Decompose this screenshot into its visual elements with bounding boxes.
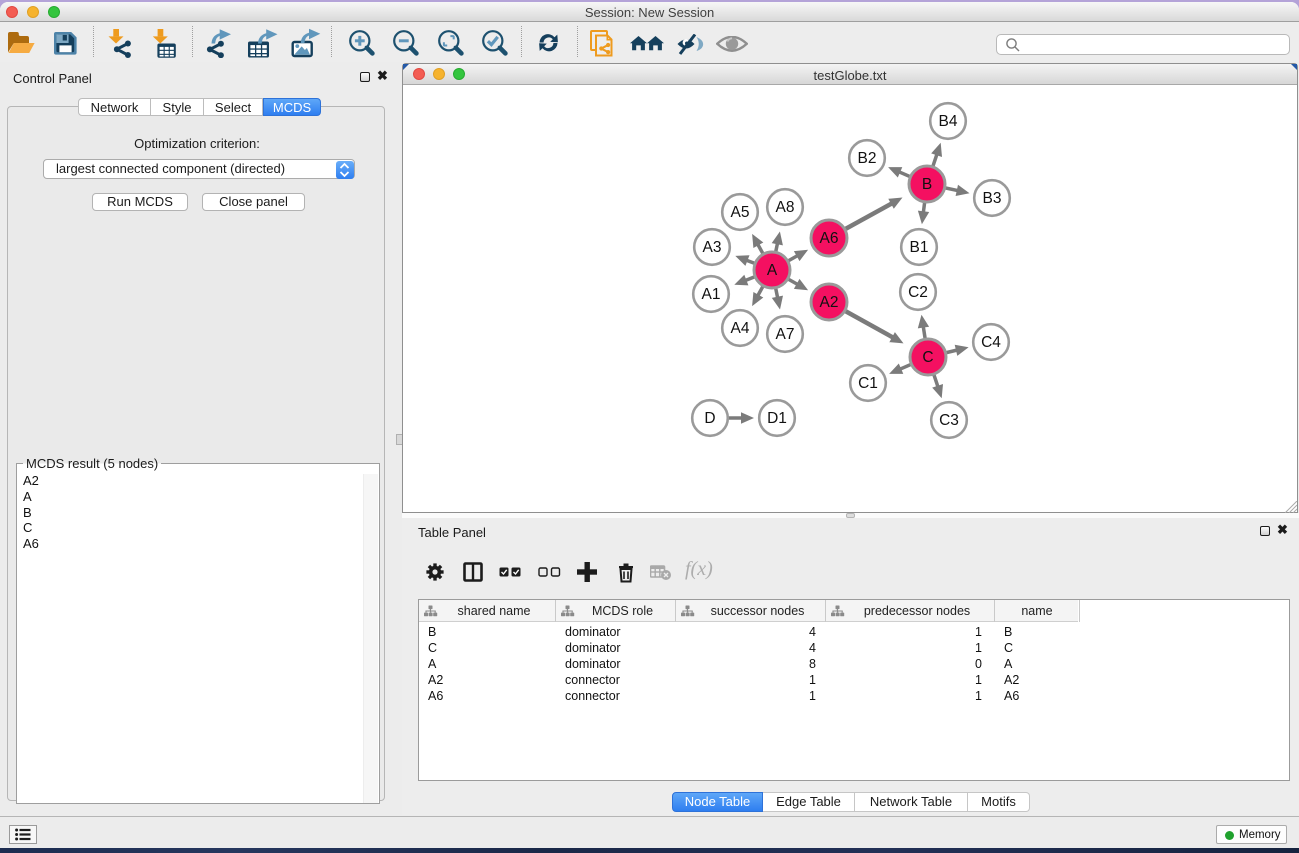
svg-text:C3: C3 bbox=[939, 412, 959, 429]
svg-text:A3: A3 bbox=[703, 239, 722, 256]
svg-text:B: B bbox=[922, 176, 932, 193]
svg-text:C4: C4 bbox=[981, 334, 1001, 351]
svg-text:B3: B3 bbox=[983, 190, 1002, 207]
svg-text:A: A bbox=[767, 262, 778, 279]
svg-text:A4: A4 bbox=[731, 320, 750, 337]
svg-text:D1: D1 bbox=[767, 410, 787, 427]
svg-text:A5: A5 bbox=[731, 204, 750, 221]
svg-text:A8: A8 bbox=[776, 199, 795, 216]
svg-text:D: D bbox=[704, 410, 715, 427]
svg-text:C1: C1 bbox=[858, 375, 878, 392]
svg-text:A1: A1 bbox=[702, 286, 721, 303]
svg-text:B1: B1 bbox=[910, 239, 929, 256]
svg-text:C: C bbox=[922, 349, 933, 366]
svg-text:C2: C2 bbox=[908, 284, 928, 301]
svg-text:A7: A7 bbox=[776, 326, 795, 343]
svg-text:A6: A6 bbox=[820, 230, 839, 247]
svg-text:B2: B2 bbox=[858, 150, 877, 167]
svg-text:A2: A2 bbox=[820, 294, 839, 311]
svg-text:B4: B4 bbox=[939, 113, 958, 130]
